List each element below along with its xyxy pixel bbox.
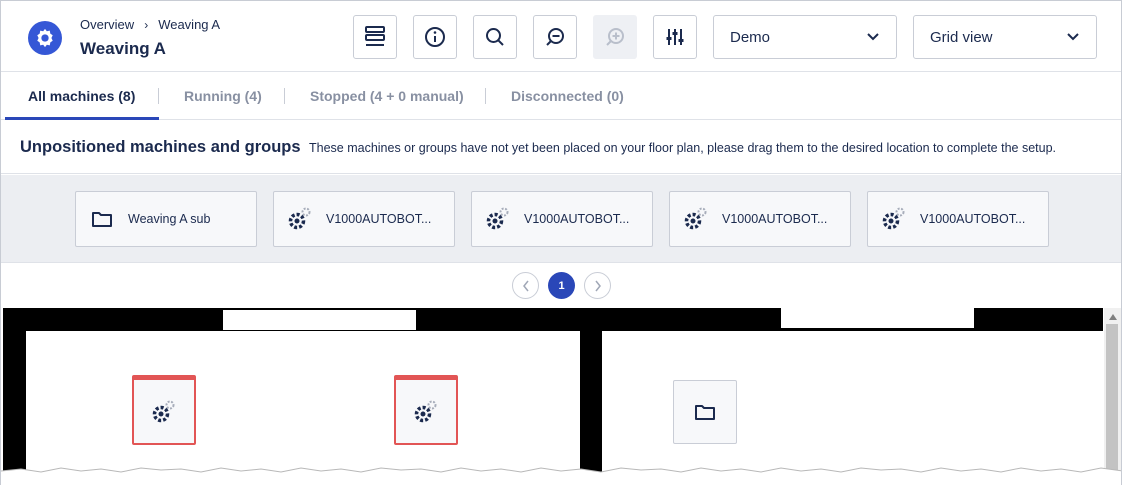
floor-plan-scrollbar[interactable] bbox=[1104, 308, 1121, 485]
unpositioned-machine-card[interactable]: V1000AUTOBOT... bbox=[867, 191, 1049, 247]
chevron-right-icon bbox=[594, 280, 601, 291]
stopped-machine-tile[interactable] bbox=[132, 375, 196, 445]
filter-settings-button[interactable] bbox=[653, 15, 697, 59]
header: Overview › Weaving A Weaving A Demo Grid… bbox=[1, 1, 1121, 72]
floor-plan[interactable] bbox=[3, 308, 1103, 485]
view-select-value: Grid view bbox=[930, 28, 993, 46]
page-title: Weaving A bbox=[80, 39, 166, 58]
status-tabs: All machines (8) Running (4) Stopped (4 … bbox=[1, 72, 1121, 120]
machine-gear-icon bbox=[152, 400, 175, 422]
zoom-out-button[interactable] bbox=[533, 15, 577, 59]
tab-running[interactable]: Running (4) bbox=[184, 72, 262, 120]
zoom-out-icon bbox=[546, 28, 564, 46]
machine-gear-icon bbox=[868, 207, 920, 231]
app-window: Overview › Weaving A Weaving A Demo Grid… bbox=[0, 0, 1122, 485]
card-label: V1000AUTOBOT... bbox=[326, 212, 432, 226]
card-label: Weaving A sub bbox=[128, 212, 211, 226]
folder-icon bbox=[76, 210, 128, 228]
group-tile[interactable] bbox=[673, 380, 737, 444]
prev-page-button[interactable] bbox=[512, 272, 539, 299]
zone-label-right bbox=[781, 308, 974, 328]
tab-divider bbox=[284, 88, 285, 104]
tab-all-machines[interactable]: All machines (8) bbox=[5, 72, 160, 120]
chevron-down-icon bbox=[1067, 33, 1079, 41]
tab-stopped[interactable]: Stopped (4 + 0 manual) bbox=[310, 72, 464, 120]
breadcrumb-overview[interactable]: Overview bbox=[80, 17, 134, 32]
card-label: V1000AUTOBOT... bbox=[722, 212, 828, 226]
layers-button[interactable] bbox=[353, 15, 397, 59]
chevron-left-icon bbox=[522, 280, 529, 291]
zone-label-left bbox=[223, 310, 416, 330]
info-button[interactable] bbox=[413, 15, 457, 59]
zoom-in-icon bbox=[606, 28, 624, 46]
next-page-button[interactable] bbox=[584, 272, 611, 299]
unpositioned-list: Weaving A sub V1000AUTOBOT... V1000AUTOB… bbox=[1, 175, 1121, 263]
unpositioned-machine-card[interactable]: V1000AUTOBOT... bbox=[471, 191, 653, 247]
site-select[interactable]: Demo bbox=[713, 15, 897, 59]
zone-right[interactable] bbox=[602, 331, 1103, 485]
breadcrumb: Overview › Weaving A bbox=[80, 17, 220, 32]
unpositioned-header: Unpositioned machines and groups These m… bbox=[1, 121, 1121, 174]
app-logo-icon[interactable] bbox=[28, 21, 62, 55]
machine-gear-icon bbox=[414, 400, 437, 422]
unpositioned-machine-card[interactable]: V1000AUTOBOT... bbox=[273, 191, 455, 247]
folder-icon bbox=[695, 405, 715, 420]
zone-left[interactable] bbox=[26, 331, 580, 485]
search-icon bbox=[486, 28, 504, 46]
chevron-down-icon bbox=[867, 33, 879, 41]
tab-divider bbox=[485, 88, 486, 104]
pagination: 1 bbox=[1, 264, 1121, 308]
sliders-icon bbox=[666, 29, 684, 45]
machine-gear-icon bbox=[670, 207, 722, 231]
chevron-right-icon: › bbox=[144, 17, 149, 32]
card-label: V1000AUTOBOT... bbox=[524, 212, 630, 226]
machine-gear-icon bbox=[274, 207, 326, 231]
info-icon bbox=[425, 27, 445, 47]
scroll-thumb[interactable] bbox=[1106, 324, 1118, 485]
torn-edge bbox=[1, 467, 1121, 485]
unpositioned-machine-card[interactable]: V1000AUTOBOT... bbox=[669, 191, 851, 247]
zoom-in-button[interactable] bbox=[593, 15, 637, 59]
unpositioned-title: Unpositioned machines and groups bbox=[20, 138, 301, 156]
search-button[interactable] bbox=[473, 15, 517, 59]
page-number-current[interactable]: 1 bbox=[548, 272, 575, 299]
scroll-up-arrow-icon[interactable] bbox=[1104, 310, 1121, 324]
machine-gear-icon bbox=[472, 207, 524, 231]
tab-disconnected[interactable]: Disconnected (0) bbox=[511, 72, 624, 120]
stopped-machine-tile[interactable] bbox=[394, 375, 458, 445]
breadcrumb-current: Weaving A bbox=[158, 17, 221, 32]
tab-divider bbox=[158, 88, 159, 104]
unpositioned-description: These machines or groups have not yet be… bbox=[309, 141, 1056, 155]
view-select[interactable]: Grid view bbox=[913, 15, 1097, 59]
site-select-value: Demo bbox=[730, 28, 771, 46]
unpositioned-group-card[interactable]: Weaving A sub bbox=[75, 191, 257, 247]
card-label: V1000AUTOBOT... bbox=[920, 212, 1026, 226]
layers-icon bbox=[365, 26, 385, 46]
